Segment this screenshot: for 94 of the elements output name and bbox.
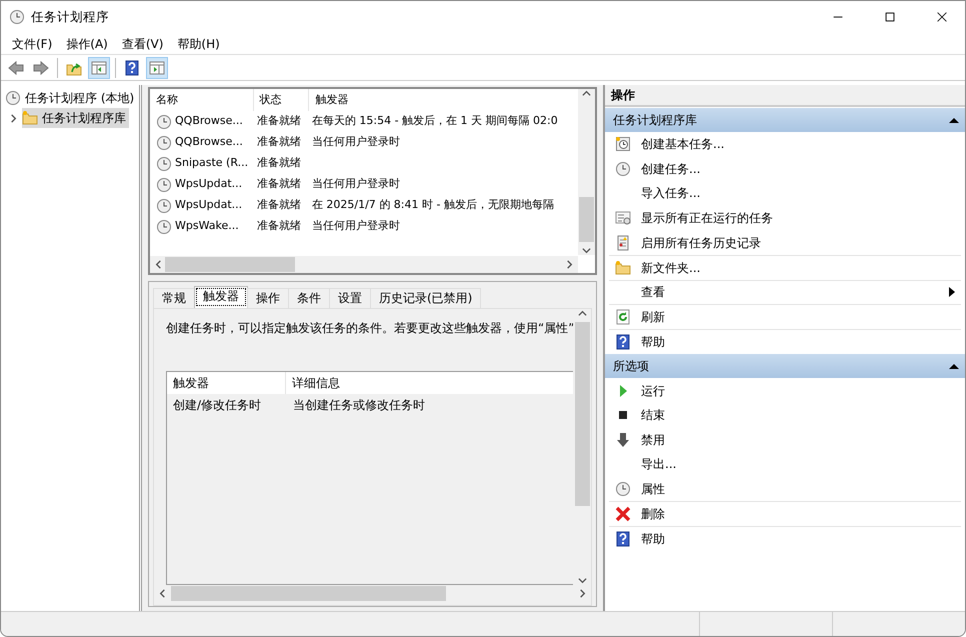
- table-cell-text: Snipaste (R...: [175, 155, 248, 172]
- task-clock-icon: [156, 218, 172, 234]
- action-link[interactable]: 显示所有正在运行的任务: [641, 209, 955, 228]
- folder-icon: [615, 260, 631, 276]
- scrollbar-thumb[interactable]: [575, 322, 590, 506]
- table-cell-text: 当任何用户登录时: [312, 218, 400, 234]
- action-link[interactable]: 新文件夹...: [641, 258, 955, 277]
- task-list-icon: [615, 210, 631, 226]
- table-cell-text: 在 2025/1/7 的 8:41 时 - 触发后，无限期地每隔: [312, 197, 554, 214]
- table-cell-text: 当任何用户登录时: [312, 134, 400, 150]
- scroll-left-icon[interactable]: [154, 260, 163, 269]
- task-clock-icon: [156, 198, 172, 214]
- back-arrow-icon: [8, 60, 24, 76]
- forward-arrow-icon: [33, 60, 49, 76]
- close-icon[interactable]: [935, 10, 949, 24]
- console-tree-icon: [91, 60, 107, 76]
- action-link[interactable]: 帮助: [641, 332, 955, 351]
- clock-icon: [615, 160, 631, 177]
- scrollbar-thumb[interactable]: [171, 586, 446, 601]
- action-link[interactable]: 启用所有任务历史记录: [641, 234, 955, 252]
- pane-title: 操作: [605, 85, 965, 107]
- table-cell-text: 准备就绪: [257, 134, 302, 150]
- scroll-right-icon[interactable]: [578, 589, 587, 598]
- column-header[interactable]: 触发器: [309, 89, 578, 111]
- table-cell-text: 准备就绪: [257, 218, 302, 234]
- scroll-down-icon[interactable]: [578, 576, 587, 585]
- down-arrow-icon: [615, 432, 631, 448]
- table-cell-text: 准备就绪: [257, 155, 302, 172]
- action-link[interactable]: 导入任务...: [641, 184, 955, 202]
- section-header[interactable]: 所选项: [605, 354, 965, 378]
- scroll-up-icon[interactable]: [582, 89, 591, 98]
- menu-item[interactable]: 操作(A): [59, 34, 115, 52]
- table-cell-text: 当任何用户登录时: [312, 176, 400, 192]
- scroll-down-icon[interactable]: [582, 246, 591, 255]
- menu-item[interactable]: 查看(V): [114, 34, 170, 52]
- column-header[interactable]: 名称: [150, 89, 254, 111]
- table-cell-text: WpsUpdat...: [175, 197, 242, 214]
- maximize-icon[interactable]: [883, 10, 897, 24]
- task-clock-icon: [156, 176, 172, 192]
- tree-item[interactable]: 任务计划程序 (本地): [25, 89, 134, 107]
- tab[interactable]: 操作: [247, 288, 289, 308]
- scrollbar-thumb[interactable]: [579, 197, 594, 242]
- column-header[interactable]: 触发器: [167, 372, 286, 394]
- column-header[interactable]: 状态: [254, 89, 310, 111]
- action-link[interactable]: 帮助: [641, 530, 955, 548]
- table-cell-text: 准备就绪: [257, 197, 302, 214]
- action-link[interactable]: 查看: [641, 283, 939, 302]
- action-link[interactable]: 运行: [641, 382, 955, 400]
- action-link[interactable]: 属性: [641, 480, 955, 498]
- tab[interactable]: 触发器: [194, 286, 248, 308]
- window-title: 任务计划程序: [31, 8, 110, 26]
- table-cell-text: 创建/修改任务时: [173, 396, 262, 414]
- table-cell-text: 当创建任务或修改任务时: [293, 396, 425, 414]
- table-cell-text: 准备就绪: [257, 176, 302, 192]
- table-cell-text: QQBrowse...: [175, 134, 243, 150]
- tree-item[interactable]: 任务计划程序库: [22, 108, 129, 128]
- table-cell-text: WpsWake...: [175, 218, 239, 234]
- table-cell-text: 准备就绪: [257, 113, 302, 130]
- table-cell-text: QQBrowse...: [175, 113, 243, 130]
- action-link[interactable]: 导出...: [641, 455, 955, 474]
- help-icon: [124, 60, 140, 76]
- menu-item[interactable]: 帮助(H): [170, 34, 227, 52]
- task-clock-icon: [156, 156, 172, 172]
- tab[interactable]: 历史记录(已禁用): [370, 288, 482, 308]
- action-pane-icon: [149, 60, 165, 76]
- column-header[interactable]: 详细信息: [286, 372, 573, 394]
- table-cell-text: WpsUpdat...: [175, 176, 242, 192]
- close-x-icon: [615, 506, 631, 522]
- action-link[interactable]: 结束: [641, 406, 955, 424]
- clock-icon: [615, 481, 631, 498]
- action-link[interactable]: 删除: [641, 505, 955, 524]
- action-link[interactable]: 创建任务...: [641, 160, 955, 178]
- action-link[interactable]: 禁用: [641, 430, 955, 449]
- menu-item[interactable]: 文件(F): [5, 34, 60, 52]
- action-link[interactable]: 刷新: [641, 308, 955, 326]
- help-icon: [615, 530, 631, 547]
- log-icon: [615, 234, 631, 251]
- scroll-up-icon[interactable]: [578, 309, 587, 318]
- refresh-icon: [615, 308, 631, 325]
- section-header[interactable]: 任务计划程序库: [605, 108, 965, 132]
- scroll-right-icon[interactable]: [565, 260, 574, 269]
- app-clock-icon: [9, 9, 25, 25]
- scroll-left-icon[interactable]: [158, 589, 167, 598]
- scrollbar-thumb[interactable]: [165, 257, 295, 272]
- action-link[interactable]: 创建基本任务...: [641, 135, 955, 154]
- help-icon: [615, 334, 631, 350]
- folder-clock-icon: [22, 110, 38, 126]
- clock-icon: [5, 90, 21, 106]
- table-cell-text: 在每天的 15:54 - 触发后，在 1 天 期间每隔 02:0: [312, 113, 558, 130]
- description-text: 创建任务时，可以指定触发该任务的条件。若要更改这些触发器，使用“属性”: [166, 320, 573, 337]
- task-clock-icon: [156, 114, 172, 130]
- tab[interactable]: 常规: [153, 288, 195, 308]
- task-clock-icon: [156, 134, 172, 150]
- clock-wizard-icon: [615, 136, 631, 152]
